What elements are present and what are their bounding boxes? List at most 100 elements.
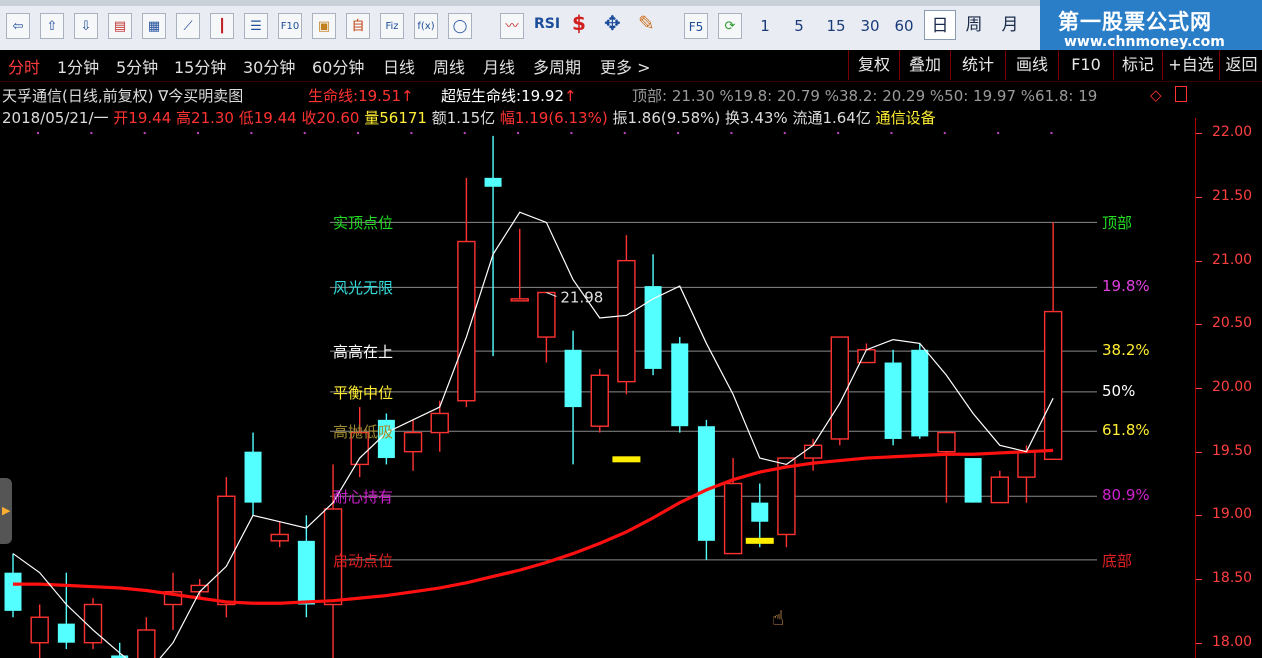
- period-60min[interactable]: 60: [890, 13, 918, 39]
- signal-dot: [197, 132, 200, 134]
- period-month[interactable]: 月: [994, 10, 1026, 40]
- dollar-icon[interactable]: $: [572, 11, 586, 35]
- candle-body: [297, 540, 315, 605]
- logo-title: 第一股票公式网: [1058, 10, 1212, 34]
- candle-body: [244, 451, 262, 503]
- up-arrow-icon[interactable]: ⇧: [40, 13, 64, 39]
- tab-60min[interactable]: 60分钟: [312, 54, 364, 78]
- tab-multi-period[interactable]: 多周期: [533, 54, 581, 78]
- tab-intraday[interactable]: 分时: [8, 54, 40, 78]
- list-icon[interactable]: ☰: [244, 13, 268, 39]
- down-arrow-icon[interactable]: ⇩: [74, 13, 98, 39]
- diamond-icon[interactable]: ◇: [1150, 86, 1162, 104]
- candle-body: [751, 502, 769, 522]
- move-icon[interactable]: ✥: [604, 11, 621, 35]
- signal-dot: [463, 132, 466, 134]
- price-tick-mark: [1196, 642, 1202, 644]
- price-tick-label: 21.00: [1212, 251, 1253, 268]
- candle-body: [4, 572, 22, 611]
- expand-arrow-icon: ▶: [2, 504, 11, 517]
- f5-button[interactable]: F5: [684, 13, 708, 39]
- price-tick-mark: [1196, 579, 1202, 581]
- price-tick-mark: [1196, 260, 1202, 262]
- life-line: [13, 448, 1054, 605]
- overlay-button[interactable]: 叠加: [899, 50, 950, 80]
- tab-15min[interactable]: 15分钟: [174, 54, 226, 78]
- hand-cursor-icon: ☝: [772, 606, 785, 630]
- period-5min[interactable]: 5: [788, 13, 810, 39]
- period-day[interactable]: 日: [924, 10, 956, 40]
- add-watchlist-button[interactable]: +自选: [1162, 50, 1219, 80]
- panel-toggle-icon[interactable]: [1175, 86, 1187, 102]
- tab-1min[interactable]: 1分钟: [57, 54, 99, 78]
- candle-body: [1017, 450, 1036, 478]
- logo-url: www.chnmoney.com: [1064, 34, 1225, 50]
- restore-rights-button[interactable]: 复权: [848, 50, 899, 80]
- refresh-icon[interactable]: ⟳: [718, 13, 742, 39]
- candle-body: [990, 476, 1009, 504]
- signal-dot: [143, 132, 146, 134]
- candle-body: [217, 495, 236, 606]
- self-select-icon[interactable]: 自: [346, 13, 370, 39]
- candle-body: [911, 349, 929, 437]
- signal-dot: [37, 132, 39, 134]
- life-line-value: 19.51: [358, 87, 402, 105]
- price-tick-mark: [1196, 451, 1202, 453]
- price-tick-mark: [1196, 515, 1202, 517]
- news-icon[interactable]: ▣: [312, 13, 336, 39]
- indicator-name[interactable]: ∇今买明卖图: [158, 87, 243, 105]
- price-tick-label: 18.50: [1212, 570, 1253, 587]
- signal-dot: [250, 132, 253, 134]
- stats-button[interactable]: 统计: [950, 50, 1005, 80]
- signal-dot: [303, 132, 306, 134]
- signal-dot: [1050, 132, 1053, 134]
- signal-dot: [783, 132, 786, 134]
- peak-price-label: 21.98: [560, 288, 603, 306]
- f10-icon[interactable]: F10: [278, 13, 302, 39]
- f10-button[interactable]: F10: [1058, 50, 1113, 80]
- candle-body: [323, 508, 343, 606]
- candle-body: [697, 426, 715, 541]
- candle-body: [937, 431, 956, 453]
- tab-more[interactable]: 更多 >: [600, 54, 651, 78]
- candle-body: [403, 431, 423, 453]
- line-chart-icon[interactable]: ⟋: [176, 13, 200, 39]
- tab-monthly[interactable]: 月线: [483, 54, 515, 78]
- mark-button[interactable]: 标记: [1113, 50, 1162, 80]
- return-button[interactable]: 返回: [1219, 50, 1262, 80]
- rsi-icon[interactable]: RSI: [534, 16, 560, 32]
- signal-dot: [677, 132, 680, 134]
- period-30min[interactable]: 30: [856, 13, 884, 39]
- candle-body: [484, 177, 502, 187]
- candle-body: [457, 240, 476, 402]
- draw-line-button[interactable]: 画线: [1005, 50, 1058, 80]
- wave-icon[interactable]: 〰: [500, 13, 524, 39]
- period-15min[interactable]: 15: [822, 13, 850, 39]
- grid-icon[interactable]: ▦: [142, 13, 166, 39]
- fiz-icon[interactable]: Fiz: [380, 13, 404, 39]
- candle-body: [30, 616, 49, 644]
- price-tick-label: 22.00: [1212, 124, 1253, 141]
- tab-5min[interactable]: 5分钟: [116, 54, 158, 78]
- tab-30min[interactable]: 30分钟: [243, 54, 295, 78]
- price-tick-label: 18.00: [1212, 633, 1253, 650]
- back-icon[interactable]: ⇦: [6, 13, 30, 39]
- signal-dot: [570, 132, 573, 134]
- kline-icon[interactable]: ┃: [210, 13, 234, 39]
- tab-weekly[interactable]: 周线: [433, 54, 465, 78]
- tab-daily[interactable]: 日线: [383, 54, 415, 78]
- signal-dot: [517, 132, 520, 134]
- formula-icon[interactable]: f(x): [414, 13, 438, 39]
- period-1min[interactable]: 1: [754, 13, 776, 39]
- candle-body: [884, 362, 902, 439]
- period-week[interactable]: 周: [958, 10, 990, 40]
- pencil-icon[interactable]: ✎: [638, 11, 655, 35]
- circle-icon[interactable]: ◯: [448, 13, 472, 39]
- side-panel-handle[interactable]: ▶: [0, 478, 12, 544]
- signal-dot: [410, 132, 413, 134]
- candle-body: [270, 533, 289, 542]
- signal-dot: [90, 132, 93, 134]
- signal-dot: [357, 132, 360, 134]
- kline-chart[interactable]: 21.98: [0, 118, 1195, 658]
- report-icon[interactable]: ▤: [108, 13, 132, 39]
